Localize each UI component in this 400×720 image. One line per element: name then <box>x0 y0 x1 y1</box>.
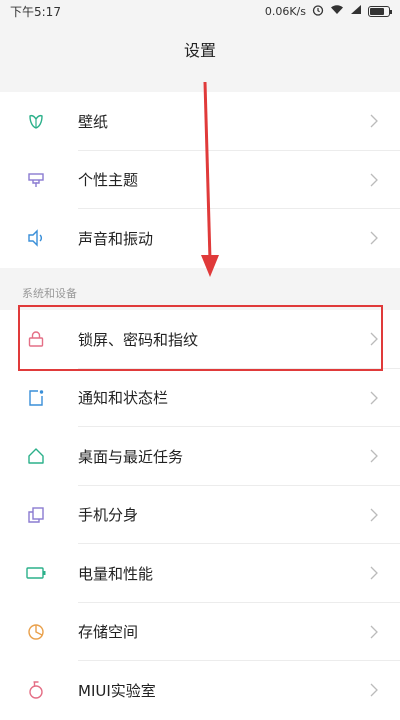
chevron-right-icon <box>368 682 380 698</box>
settings-item-label: 存储空间 <box>78 623 139 642</box>
chevron-right-icon <box>368 565 380 581</box>
alarm-icon <box>312 4 324 19</box>
signal-icon <box>350 4 362 18</box>
notification-icon <box>25 387 47 409</box>
chevron-right-icon <box>368 390 380 406</box>
chevron-right-icon <box>368 113 380 129</box>
settings-item-label: 手机分身 <box>78 506 139 525</box>
status-indicators: 0.06K/s <box>264 4 392 19</box>
battery-fill <box>370 7 384 15</box>
settings-section-system: 锁屏、密码和指纹 通知和状态栏 桌面与最近任务 手机分身 电量和性能 存储空间 … <box>0 310 400 720</box>
battery-indicator <box>368 5 392 17</box>
chevron-right-icon <box>368 172 380 188</box>
chevron-right-icon <box>368 230 380 246</box>
settings-item-home[interactable]: 桌面与最近任务 <box>0 427 400 486</box>
annotation-highlight-box <box>18 305 383 371</box>
battery-icon <box>25 562 47 584</box>
network-speed: 0.06K/s <box>264 4 306 18</box>
chevron-right-icon <box>368 624 380 640</box>
theme-icon <box>25 169 47 191</box>
chevron-right-icon <box>368 507 380 523</box>
settings-item-dual-apps[interactable]: 手机分身 <box>0 486 400 544</box>
sound-icon <box>25 227 47 249</box>
settings-item-label: 电量和性能 <box>78 564 154 583</box>
title-bar: 设置 <box>0 22 400 76</box>
chevron-right-icon <box>368 448 380 464</box>
settings-item-lab[interactable]: MIUI实验室 <box>0 661 400 720</box>
settings-item-notifications[interactable]: 通知和状态栏 <box>0 369 400 427</box>
status-bar: 下午5:17 0.06K/s <box>0 0 400 22</box>
page-title: 设置 <box>183 41 216 60</box>
annotation-arrow <box>201 81 219 277</box>
section-header-label: 系统和设备 <box>22 287 77 300</box>
settings-item-label: 个性主题 <box>78 171 139 190</box>
storage-icon <box>25 621 47 643</box>
settings-item-label: 桌面与最近任务 <box>78 447 184 466</box>
lab-icon <box>25 679 47 701</box>
settings-item-storage[interactable]: 存储空间 <box>0 603 400 661</box>
wifi-icon <box>330 4 344 18</box>
settings-item-battery[interactable]: 电量和性能 <box>0 544 400 603</box>
settings-item-label: 壁纸 <box>78 112 109 131</box>
wallpaper-icon <box>25 110 47 132</box>
settings-item-label: 声音和振动 <box>78 229 154 248</box>
dual-apps-icon <box>25 504 47 526</box>
status-time: 下午5:17 <box>10 4 61 19</box>
section-header-system: 系统和设备 <box>0 281 400 305</box>
home-icon <box>25 445 47 467</box>
settings-item-label: MIUI实验室 <box>78 681 156 700</box>
settings-item-label: 通知和状态栏 <box>78 389 169 408</box>
